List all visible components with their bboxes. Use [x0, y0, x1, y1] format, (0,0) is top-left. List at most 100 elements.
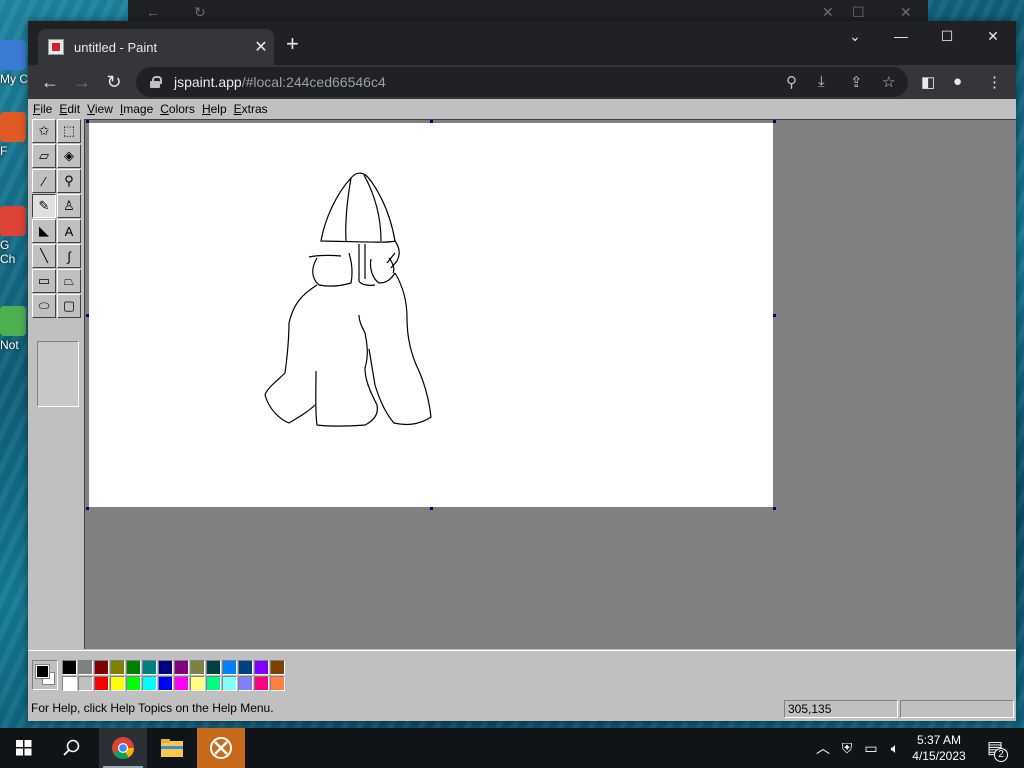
- color-swatch[interactable]: [174, 676, 189, 691]
- color-swatch[interactable]: [222, 660, 237, 675]
- color-swatch[interactable]: [254, 676, 269, 691]
- back-button[interactable]: ←: [37, 69, 63, 95]
- color-swatch[interactable]: [190, 676, 205, 691]
- new-tab-button[interactable]: +: [286, 33, 299, 55]
- color-swatch[interactable]: [222, 676, 237, 691]
- color-swatch[interactable]: [110, 676, 125, 691]
- resize-handle[interactable]: [773, 314, 776, 317]
- color-swatch[interactable]: [174, 660, 189, 675]
- rectangle-icon: ▭: [37, 273, 51, 288]
- color-swatch[interactable]: [62, 660, 77, 675]
- color-swatch[interactable]: [190, 660, 205, 675]
- menu-edit[interactable]: Edit: [59, 102, 80, 116]
- rounded-rectangle-tool[interactable]: ▢: [57, 294, 81, 318]
- resize-handle[interactable]: [86, 507, 89, 510]
- pencil-tool[interactable]: ✎: [32, 194, 56, 218]
- maximize-button[interactable]: ☐: [924, 21, 970, 51]
- menu-icon[interactable]: ⋮: [987, 73, 1002, 91]
- magnifier-tool[interactable]: ⚲: [57, 169, 81, 193]
- search-button[interactable]: [48, 728, 96, 768]
- curve-tool[interactable]: ∫: [57, 244, 81, 268]
- foreground-color[interactable]: [35, 664, 50, 679]
- color-swatch[interactable]: [158, 660, 173, 675]
- start-button[interactable]: [0, 728, 48, 768]
- side-panel-icon[interactable]: ◧: [921, 73, 935, 91]
- color-swatch[interactable]: [238, 660, 253, 675]
- desktop-icon[interactable]: F: [0, 112, 30, 158]
- line-tool[interactable]: ╲: [32, 244, 56, 268]
- xbox-button[interactable]: [197, 728, 245, 768]
- address-bar[interactable]: jspaint.app/#local:244ced66546c4 ⚲ ⤓ ⇪ ☆: [136, 67, 908, 97]
- eraser-tool[interactable]: ▱: [32, 144, 56, 168]
- color-swatch[interactable]: [94, 676, 109, 691]
- resize-handle[interactable]: [773, 507, 776, 510]
- menu-extras[interactable]: Extras: [234, 102, 268, 116]
- color-swatch[interactable]: [270, 676, 285, 691]
- menu-view[interactable]: View: [87, 102, 113, 116]
- forward-button[interactable]: →: [69, 69, 95, 95]
- search-icon[interactable]: ⚲: [786, 73, 797, 91]
- menu-file[interactable]: File: [33, 102, 52, 116]
- color-swatch[interactable]: [142, 660, 157, 675]
- color-swatch[interactable]: [270, 660, 285, 675]
- drawing-canvas[interactable]: [86, 120, 776, 510]
- current-colors[interactable]: [32, 660, 58, 690]
- color-swatch[interactable]: [206, 676, 221, 691]
- menu-help[interactable]: Help: [202, 102, 227, 116]
- polygon-tool[interactable]: ⏢: [57, 269, 81, 293]
- color-swatch[interactable]: [126, 676, 141, 691]
- color-swatch[interactable]: [78, 676, 93, 691]
- clock[interactable]: 5:37 AM 4/15/2023: [902, 732, 976, 764]
- resize-handle[interactable]: [773, 120, 776, 123]
- fill-tool[interactable]: ◈: [57, 144, 81, 168]
- chrome-taskbar-button[interactable]: [99, 728, 147, 768]
- file-explorer-button[interactable]: [148, 728, 196, 768]
- reload-button[interactable]: ↻: [101, 69, 127, 95]
- share-icon[interactable]: ⇪: [850, 73, 863, 91]
- tab-paint[interactable]: untitled - Paint ✕: [38, 29, 274, 65]
- maximize-icon: ☐: [852, 4, 865, 20]
- lock-icon[interactable]: [150, 76, 162, 88]
- desktop-icon[interactable]: Not: [0, 306, 30, 352]
- color-swatch[interactable]: [142, 676, 157, 691]
- color-swatch[interactable]: [78, 660, 93, 675]
- install-app-icon[interactable]: ⤓: [818, 73, 825, 90]
- network-icon[interactable]: ▭: [860, 728, 882, 768]
- ellipse-icon: ⬭: [38, 298, 50, 313]
- menu-image[interactable]: Image: [120, 102, 153, 116]
- tab-close-icon[interactable]: ✕: [248, 37, 274, 57]
- minimize-button[interactable]: —: [878, 21, 924, 51]
- brush-tool[interactable]: ♙: [57, 194, 81, 218]
- resize-handle[interactable]: [86, 314, 89, 317]
- color-swatch[interactable]: [94, 660, 109, 675]
- color-swatch[interactable]: [158, 676, 173, 691]
- color-swatch[interactable]: [238, 676, 253, 691]
- security-icon[interactable]: ⛨: [836, 728, 858, 768]
- airbrush-tool[interactable]: ◣: [32, 219, 56, 243]
- desktop-icon[interactable]: My C: [0, 40, 30, 86]
- menu-colors[interactable]: Colors: [160, 102, 195, 116]
- bookmark-star-icon[interactable]: ☆: [882, 73, 895, 91]
- desktop-icon[interactable]: G Ch: [0, 206, 30, 266]
- resize-handle[interactable]: [86, 120, 89, 123]
- resize-handle[interactable]: [430, 120, 433, 123]
- resize-handle[interactable]: [430, 507, 433, 510]
- color-swatch[interactable]: [62, 676, 77, 691]
- color-swatch[interactable]: [126, 660, 141, 675]
- rectangle-tool[interactable]: ▭: [32, 269, 56, 293]
- tool-options[interactable]: [37, 341, 79, 407]
- profile-icon[interactable]: ●: [953, 73, 962, 90]
- curve-icon: ∫: [67, 248, 71, 264]
- show-hidden-icons-icon[interactable]: ︿: [812, 728, 834, 768]
- color-swatch[interactable]: [206, 660, 221, 675]
- free-form-select-tool[interactable]: ✩: [32, 119, 56, 143]
- tab-search-icon[interactable]: ⌄: [832, 21, 878, 51]
- ellipse-tool[interactable]: ⬭: [32, 294, 56, 318]
- color-swatch[interactable]: [254, 660, 269, 675]
- notifications-button[interactable]: ▤ 2: [980, 728, 1010, 768]
- close-button[interactable]: ✕: [970, 21, 1016, 51]
- text-tool[interactable]: A: [57, 219, 81, 243]
- pick-color-tool[interactable]: ⁄: [32, 169, 56, 193]
- color-swatch[interactable]: [110, 660, 125, 675]
- select-tool[interactable]: ⬚: [57, 119, 81, 143]
